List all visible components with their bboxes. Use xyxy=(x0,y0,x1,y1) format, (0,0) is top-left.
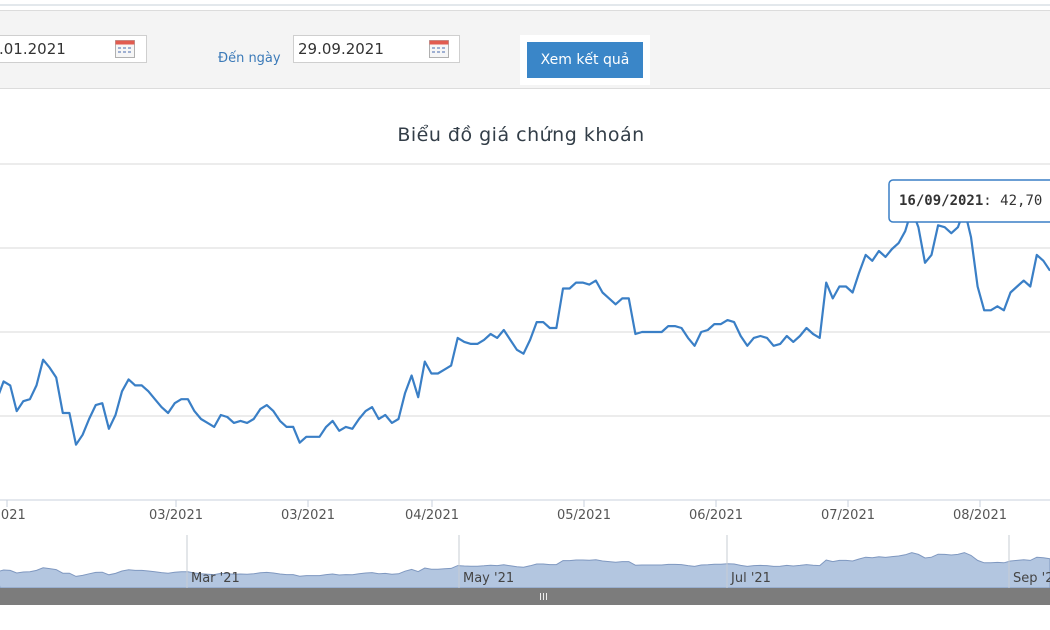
navigator-label: Jul '21 xyxy=(730,571,771,586)
tooltip: 16/09/2021: 42,70 xyxy=(888,179,1050,223)
navigator-scrollbar[interactable] xyxy=(0,588,1050,605)
navigator-label: May '21 xyxy=(463,571,514,586)
tooltip-date: 16/09/2021 xyxy=(899,193,983,209)
x-tick-label: 08/2021 xyxy=(953,508,1007,523)
navigator-label: Mar '21 xyxy=(191,571,240,586)
x-tick-label: 05/2021 xyxy=(557,508,611,523)
tooltip-value: 42,70 xyxy=(1000,193,1042,209)
price-chart[interactable]: /2021 03/2021 03/2021 04/2021 05/2021 06/2021… xyxy=(0,0,1050,630)
x-tick-label: 07/2021 xyxy=(821,508,875,523)
x-tick-label: 03/2021 xyxy=(281,508,335,523)
x-tick-label: 03/2021 xyxy=(149,508,203,523)
svg-text:16/09/2021: 42,70: 16/09/2021: 42,70 xyxy=(899,193,1042,209)
stock-chart-page: Đến ngày Xem kết quả Biểu đồ giá chứng k… xyxy=(0,0,1050,630)
x-tick-label: 06/2021 xyxy=(689,508,743,523)
x-axis: /2021 03/2021 03/2021 04/2021 05/2021 06/2021… xyxy=(0,500,1007,523)
price-series-line[interactable] xyxy=(0,208,1050,446)
x-tick-label: /2021 xyxy=(0,508,26,523)
navigator[interactable]: Mar '21 May '21 Jul '21 Sep '2 xyxy=(0,535,1050,605)
navigator-label: Sep '2 xyxy=(1013,571,1050,586)
x-tick-label: 04/2021 xyxy=(405,508,459,523)
